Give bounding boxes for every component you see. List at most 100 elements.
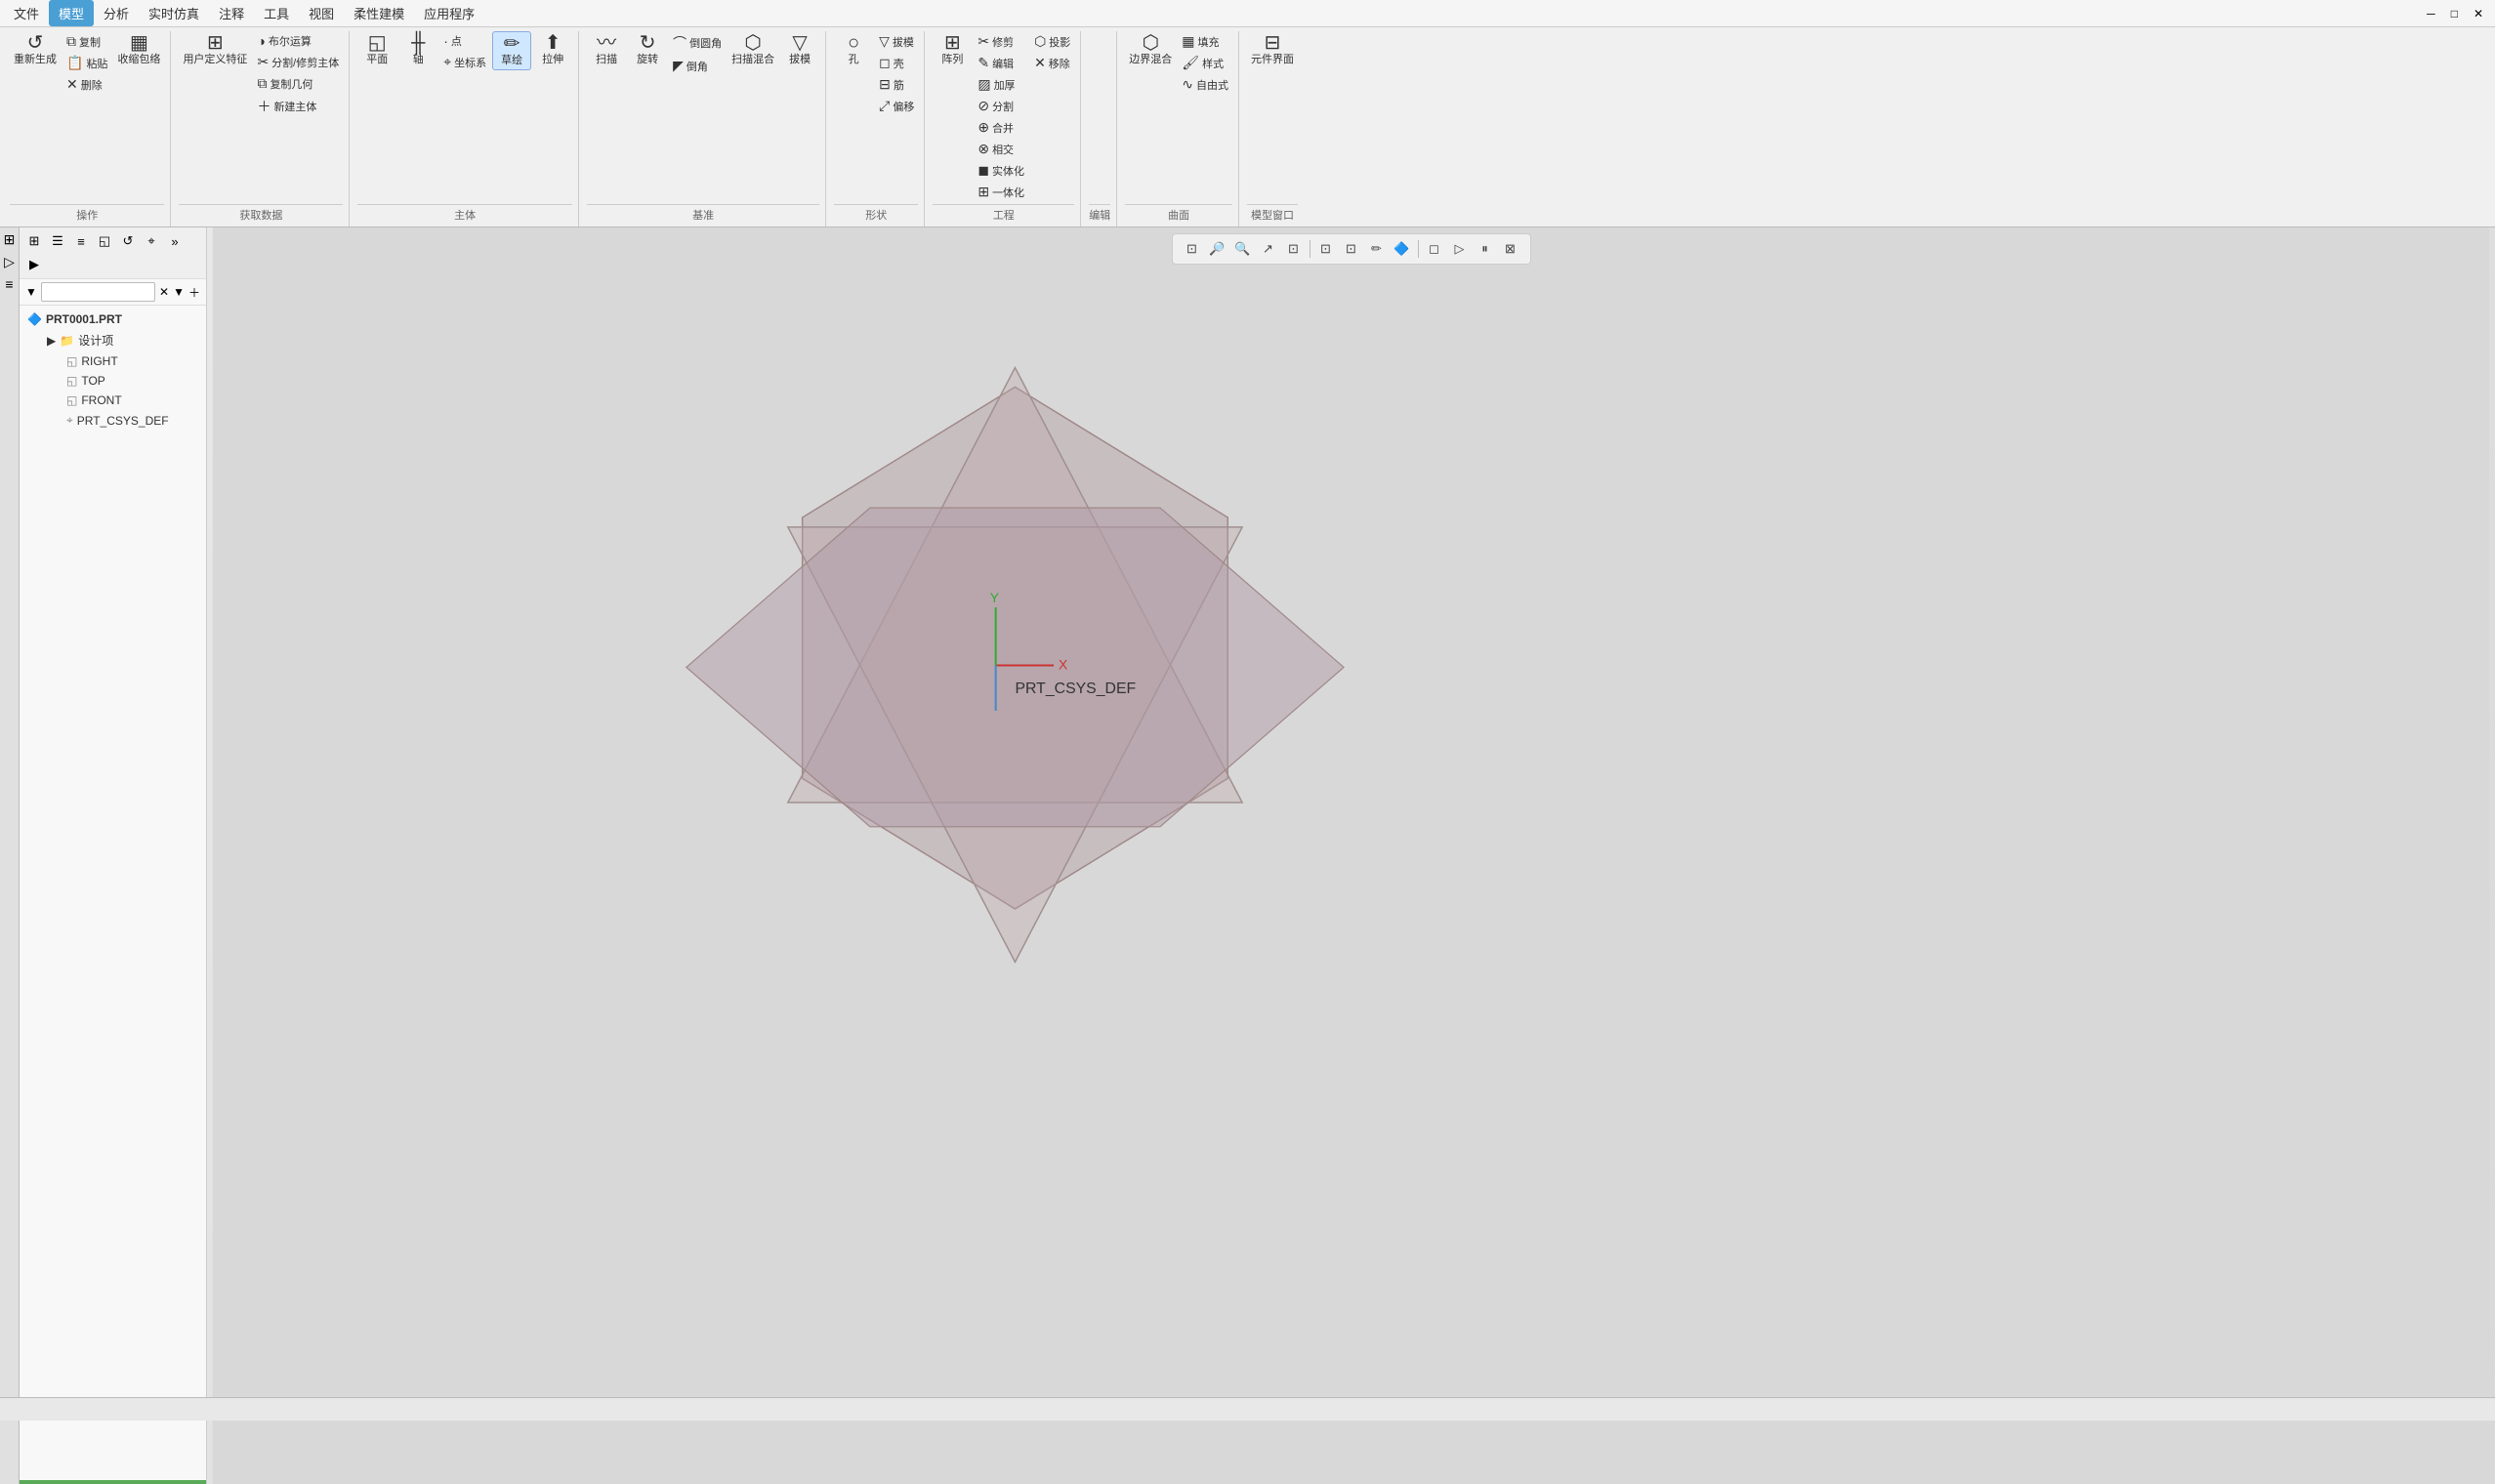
tree-search-input[interactable] (41, 282, 155, 302)
vt-btn-zoom-in[interactable]: 🔎 (1206, 237, 1229, 261)
window-minimize[interactable]: ─ (2419, 7, 2443, 21)
btn-edit[interactable]: ✎ 编辑 (974, 53, 1028, 73)
btn-boolean[interactable]: ◑ 布尔运算 (253, 31, 343, 51)
vt-btn-play[interactable]: ▷ (1448, 237, 1472, 261)
btn-split[interactable]: ⊘ 分割 (974, 96, 1028, 116)
menu-file[interactable]: 文件 (4, 0, 49, 26)
btn-sweep[interactable]: 〰 扫描 (587, 31, 626, 68)
menu-annotation[interactable]: 注释 (209, 0, 254, 26)
tree-search-options[interactable]: ▼ (173, 285, 185, 299)
btn-round[interactable]: ⌒ 倒圆角 (669, 31, 726, 55)
viewport[interactable]: ⊡ 🔎 🔍 ↗ ⊡ ⊡ ⊡ ✏ 🔷 ◻ ▷ ⏸ ⊠ (207, 227, 2495, 1484)
btn-draft[interactable]: ▽ 拔模 (780, 31, 819, 68)
menu-flexible[interactable]: 柔性建模 (344, 0, 414, 26)
ribbon-group-label-edit: 编辑 (1089, 204, 1110, 225)
vt-btn-diamond[interactable]: 🔷 (1391, 237, 1414, 261)
sidebar-icon-2[interactable]: ▷ (4, 254, 15, 270)
sidebar-icon-3[interactable]: ≡ (5, 276, 13, 292)
menu-view[interactable]: 视图 (299, 0, 344, 26)
vt-btn-zoom-out[interactable]: 🔍 (1231, 237, 1255, 261)
window-close[interactable]: ✕ (2466, 7, 2491, 21)
tree-btn-expand[interactable]: » (164, 230, 186, 252)
btn-shrink-wrap[interactable]: ▦ 收缩包络 (113, 31, 164, 68)
tree-btn-6[interactable]: ⌖ (141, 230, 162, 252)
btn-solidify[interactable]: ◼ 实体化 (974, 160, 1028, 181)
btn-delete[interactable]: ✕ 删除 (62, 74, 111, 95)
btn-trim[interactable]: ✂ 修剪 (974, 31, 1028, 52)
vt-btn-refit[interactable]: ⊡ (1181, 237, 1204, 261)
btn-new-body[interactable]: ＋ 新建主体 (253, 95, 343, 118)
ribbon-group-label-model-view: 模型窗口 (1247, 204, 1298, 225)
menu-analysis[interactable]: 分析 (94, 0, 139, 26)
tree-item-right[interactable]: ◱ RIGHT (20, 351, 206, 371)
vt-btn-view2[interactable]: ⊡ (1340, 237, 1363, 261)
vt-btn-stop[interactable]: ⊠ (1499, 237, 1522, 261)
vt-btn-pause[interactable]: ⏸ (1474, 237, 1497, 261)
tree-btn-7[interactable]: ▶ (23, 254, 45, 275)
menu-simulation[interactable]: 实时仿真 (139, 0, 209, 26)
window-restore[interactable]: □ (2443, 7, 2466, 21)
vt-btn-view1[interactable]: ⊡ (1314, 237, 1338, 261)
sidebar-icon-1[interactable]: ⊞ (4, 231, 16, 248)
btn-copy-geom[interactable]: ⧉ 复制几何 (253, 73, 343, 94)
tree-search-bar: ▼ ✕ ▼ ＋ (20, 279, 206, 306)
ribbon-group-body: ◱ 平面 ╫ 轴 · 点 ⌖ 坐标系 (352, 31, 579, 227)
btn-remove[interactable]: ✕ 移除 (1030, 53, 1074, 73)
btn-array[interactable]: ⊞ 阵列 (933, 31, 972, 68)
btn-sweep-blend[interactable]: ⬡ 扫描混合 (728, 31, 778, 68)
btn-sketch[interactable]: ✏ 草绘 (492, 31, 531, 70)
btn-plane[interactable]: ◱ 平面 (357, 31, 396, 68)
btn-merge[interactable]: ⊕ 合并 (974, 117, 1028, 138)
vt-btn-wireframe[interactable]: ◻ (1423, 237, 1446, 261)
btn-paste[interactable]: 📋 粘贴 (62, 53, 111, 73)
tree-item-front-label: FRONT (81, 393, 121, 407)
btn-style[interactable]: 🖌 样式 (1178, 53, 1232, 73)
btn-offset[interactable]: ⤢ 偏移 (875, 96, 918, 116)
btn-regenerate[interactable]: ↺ 重新生成 (10, 31, 61, 68)
btn-axis[interactable]: ╫ 轴 (398, 31, 437, 68)
vt-btn-sketch[interactable]: ✏ (1365, 237, 1389, 261)
ribbon-group-label-getdata: 获取数据 (179, 204, 343, 225)
btn-point[interactable]: · 点 (439, 31, 490, 51)
btn-chamfer[interactable]: ◤ 倒角 (669, 56, 726, 76)
btn-coord-sys[interactable]: ⌖ 坐标系 (439, 52, 490, 72)
btn-unify[interactable]: ⊞ 一体化 (974, 182, 1028, 202)
btn-freeform[interactable]: ∿ 自由式 (1178, 74, 1232, 95)
btn-component-interface[interactable]: ⊟ 元件界面 (1247, 31, 1298, 68)
btn-project[interactable]: ⬡ 投影 (1030, 31, 1074, 52)
tree-btn-2[interactable]: ☰ (47, 230, 68, 252)
tree-item-design-expand[interactable]: ▶ (47, 334, 56, 348)
btn-hole[interactable]: ○ 孔 (834, 31, 873, 68)
btn-extrude[interactable]: ⬆ 拉伸 (533, 31, 572, 68)
btn-boundary-blend[interactable]: ⬡ 边界混合 (1125, 31, 1176, 68)
menu-bar: 文件 模型 分析 实时仿真 注释 工具 视图 柔性建模 应用程序 ─ □ ✕ (0, 0, 2495, 27)
vt-btn-pan[interactable]: ⊡ (1282, 237, 1306, 261)
btn-copy[interactable]: ⧉ 复制 (62, 31, 111, 52)
btn-intersect[interactable]: ⊗ 相交 (974, 139, 1028, 159)
tree-root[interactable]: 🔷 PRT0001.PRT (20, 309, 206, 329)
vt-btn-zoom-area[interactable]: ↗ (1257, 237, 1280, 261)
btn-shell[interactable]: ◻ 壳 (875, 53, 918, 73)
btn-split-trim[interactable]: ✂ 分割/修剪主体 (253, 52, 343, 72)
tree-item-front[interactable]: ◱ FRONT (20, 391, 206, 410)
btn-rib[interactable]: ⊟ 筋 (875, 74, 918, 95)
tree-btn-5[interactable]: ↺ (117, 230, 139, 252)
tree-btn-1[interactable]: ⊞ (23, 230, 45, 252)
menu-tools[interactable]: 工具 (254, 0, 299, 26)
btn-fill[interactable]: ▦ 填充 (1178, 31, 1232, 52)
btn-thicken[interactable]: ▨ 加厚 (974, 74, 1028, 95)
btn-user-features[interactable]: ⊞ 用户定义特征 (179, 31, 251, 68)
tree-item-design[interactable]: ▶ 📁 设计项 (20, 329, 206, 351)
tree-search-clear[interactable]: ✕ (159, 285, 169, 299)
tree-search-add[interactable]: ＋ (188, 284, 200, 301)
main-area: ⊞ ▷ ≡ ⊞ ☰ ≡ ◱ ↺ ⌖ » ▶ ▼ ✕ ▼ ＋ 🔷 PRT0001 (0, 227, 2495, 1484)
tree-item-csys[interactable]: ⌖ PRT_CSYS_DEF (20, 410, 206, 431)
btn-revolve[interactable]: ↻ 旋转 (628, 31, 667, 68)
tree-item-right-label: RIGHT (81, 354, 117, 368)
tree-btn-3[interactable]: ≡ (70, 230, 92, 252)
tree-item-top[interactable]: ◱ TOP (20, 371, 206, 391)
btn-draft2[interactable]: ▽ 拔模 (875, 31, 918, 52)
tree-btn-4[interactable]: ◱ (94, 230, 115, 252)
menu-model[interactable]: 模型 (49, 0, 94, 26)
menu-application[interactable]: 应用程序 (414, 0, 484, 26)
